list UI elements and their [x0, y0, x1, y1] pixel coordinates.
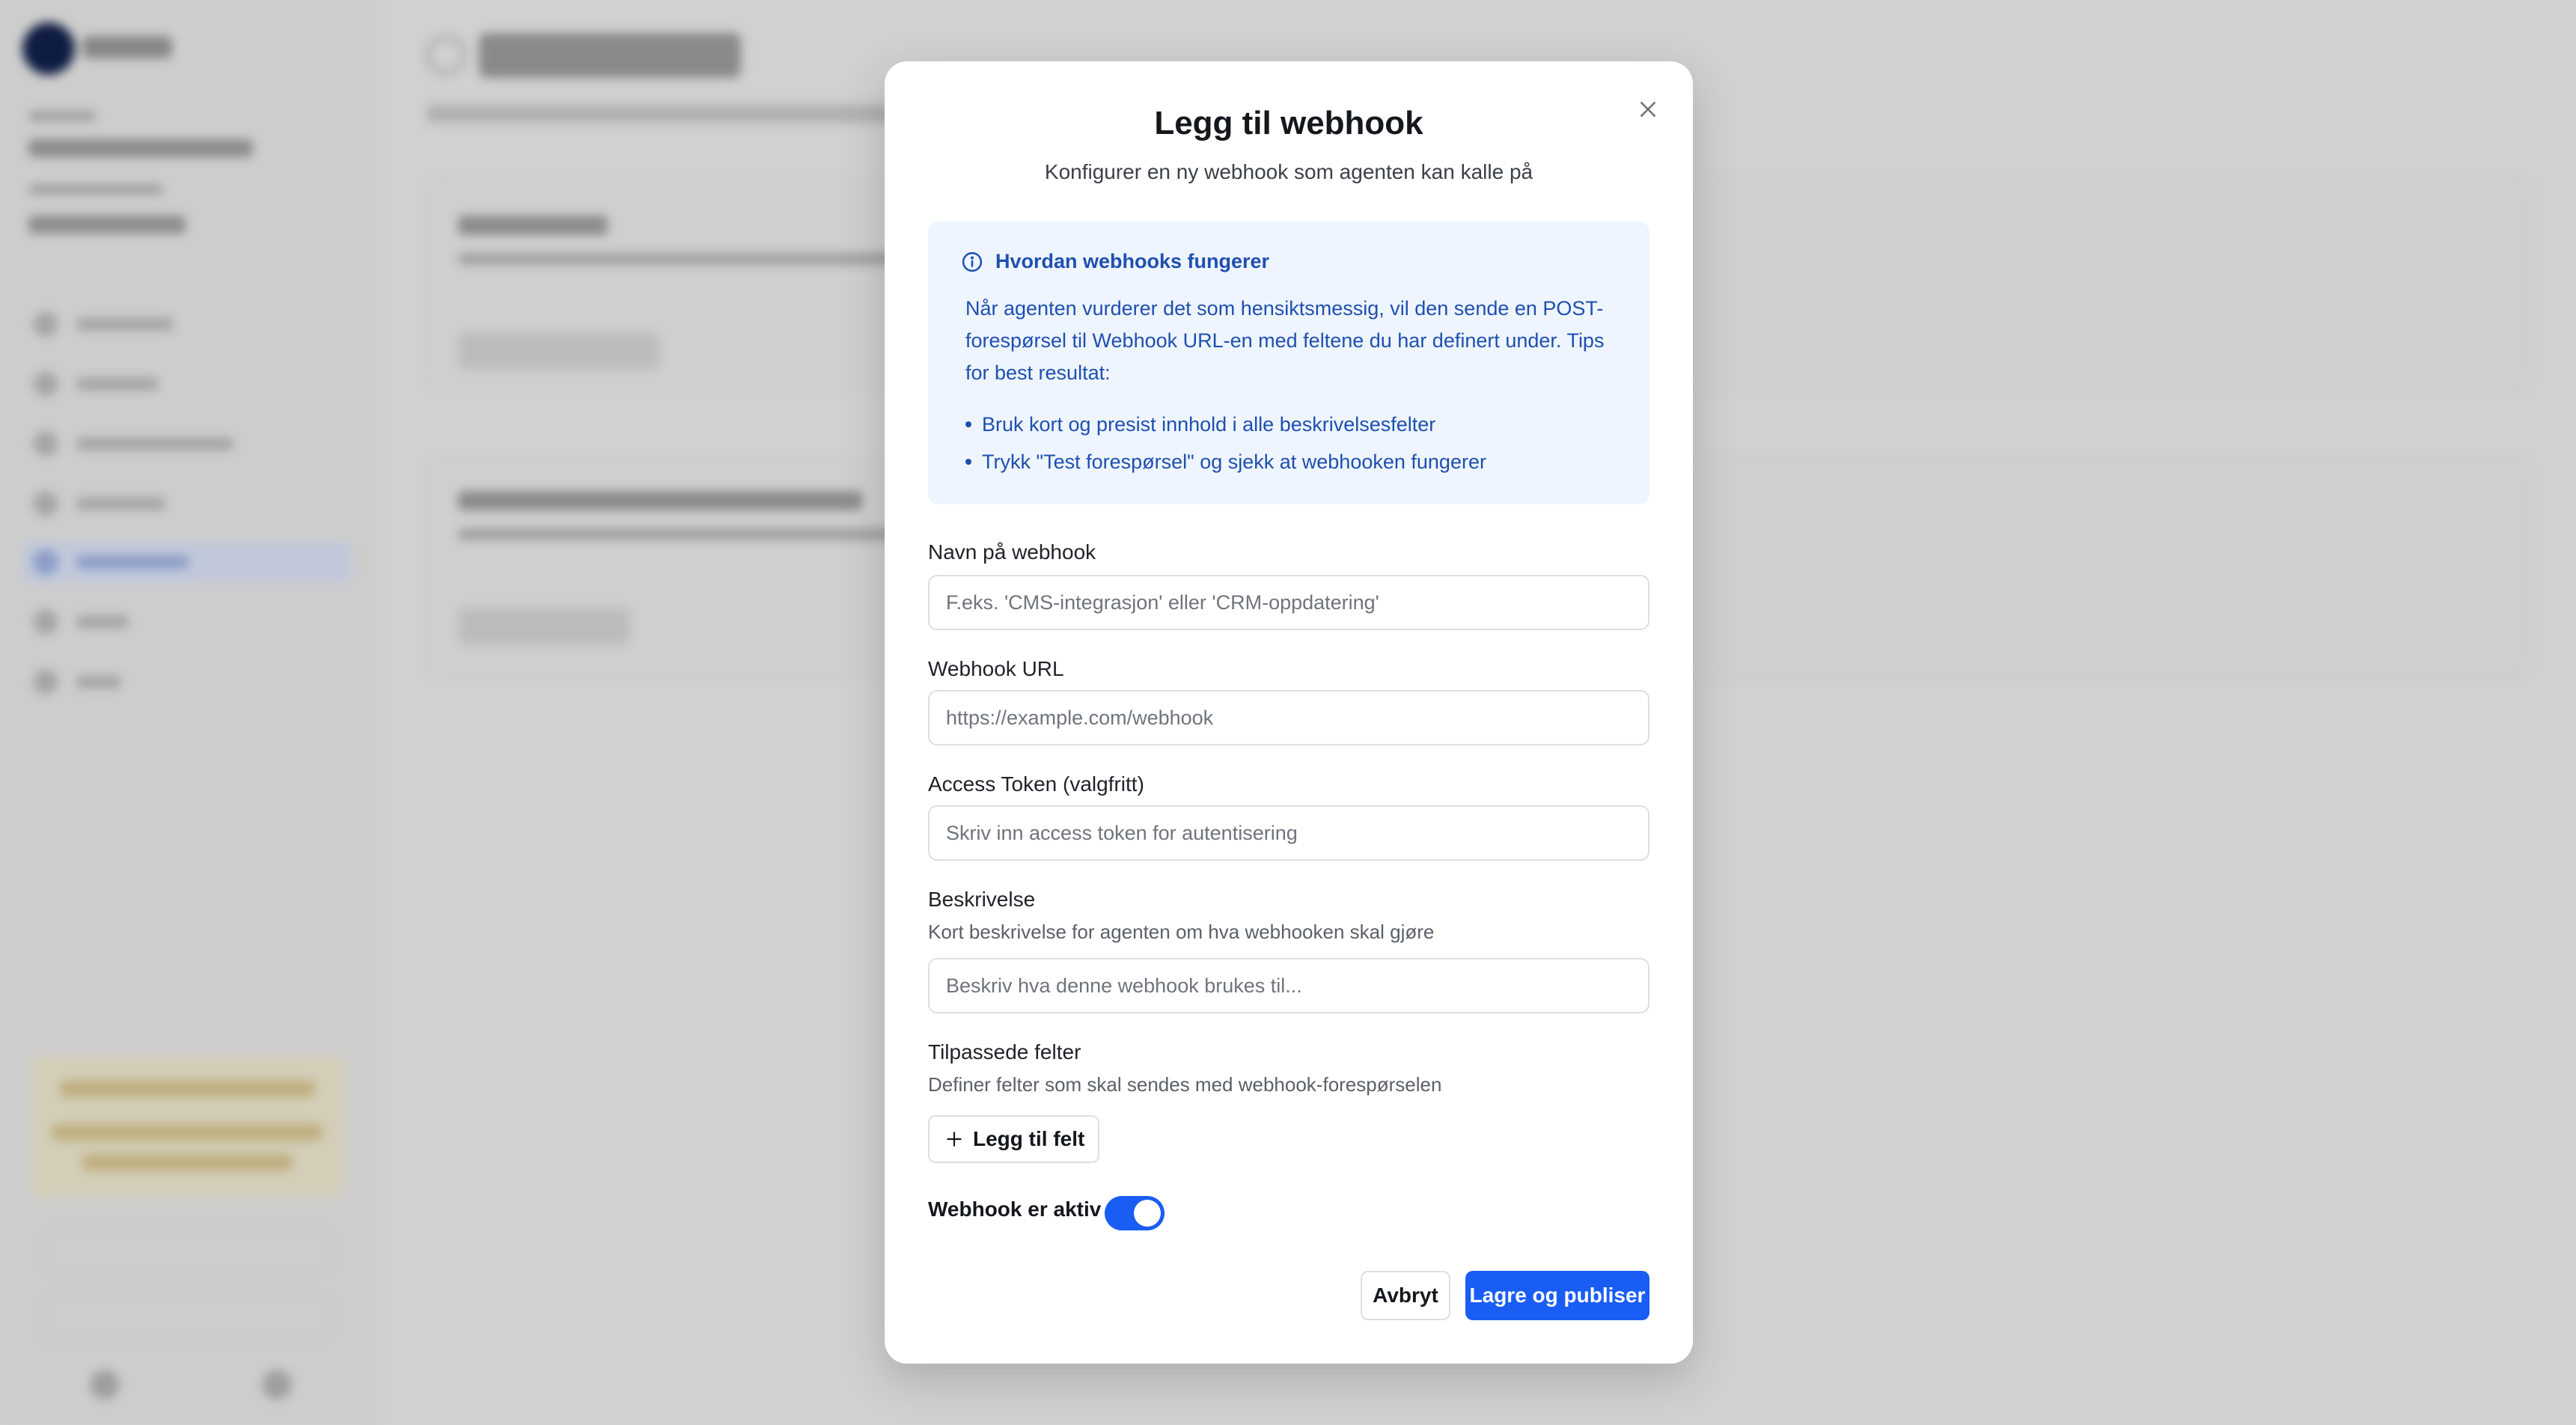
tip-text: Trykk "Test forespørsel" og sjekk at web… — [982, 451, 1486, 473]
access-token-label: Access Token (valgfritt) — [928, 772, 1144, 796]
info-heading: Hvordan webhooks fungerer — [961, 250, 1617, 273]
toggle-knob — [1134, 1200, 1161, 1227]
custom-fields-label: Tilpassede felter — [928, 1040, 1081, 1064]
tips-list: Bruk kort og presist innhold i alle besk… — [961, 406, 1617, 480]
custom-fields-help: Definer felter som skal sendes med webho… — [928, 1073, 1442, 1096]
list-item: Bruk kort og presist innhold i alle besk… — [965, 406, 1617, 443]
plus-icon — [947, 1132, 962, 1147]
active-toggle[interactable] — [1105, 1196, 1165, 1230]
add-field-button[interactable]: Legg til felt — [928, 1115, 1100, 1163]
bullet — [965, 421, 971, 427]
cancel-button[interactable]: Avbryt — [1361, 1271, 1450, 1320]
tip-text: Bruk kort og presist innhold i alle besk… — [982, 413, 1436, 436]
description-label: Beskrivelse — [928, 888, 1036, 911]
dialog-subtitle: Konfigurer en ny webhook som agenten kan… — [1044, 160, 1533, 183]
active-toggle-label: Webhook er aktiv — [928, 1197, 1102, 1221]
description-help: Kort beskrivelse for agenten om hva webh… — [928, 921, 1435, 943]
save-publish-button[interactable]: Lagre og publiser — [1465, 1271, 1649, 1320]
add-field-label: Legg til felt — [973, 1127, 1085, 1150]
info-box: Hvordan webhooks fungerer Når agenten vu… — [928, 222, 1649, 504]
webhook-url-label: Webhook URL — [928, 657, 1064, 680]
access-token-input[interactable] — [928, 805, 1649, 861]
list-item: Trykk "Test forespørsel" og sjekk at web… — [965, 443, 1617, 480]
dialog-title: Legg til webhook — [1154, 105, 1423, 141]
description-input[interactable] — [928, 958, 1649, 1013]
bullet — [965, 459, 971, 465]
webhook-name-input[interactable] — [928, 575, 1649, 630]
webhook-name-label: Navn på webhook — [928, 540, 1096, 564]
info-circle-icon — [962, 251, 983, 272]
info-heading-text: Hvordan webhooks fungerer — [995, 250, 1270, 272]
add-webhook-dialog: Legg til webhook Konfigurer en ny webhoo… — [885, 61, 1693, 1364]
webhook-url-input[interactable] — [928, 690, 1649, 745]
info-body-text: Når agenten vurderer det som hensiktsmes… — [965, 297, 1605, 384]
